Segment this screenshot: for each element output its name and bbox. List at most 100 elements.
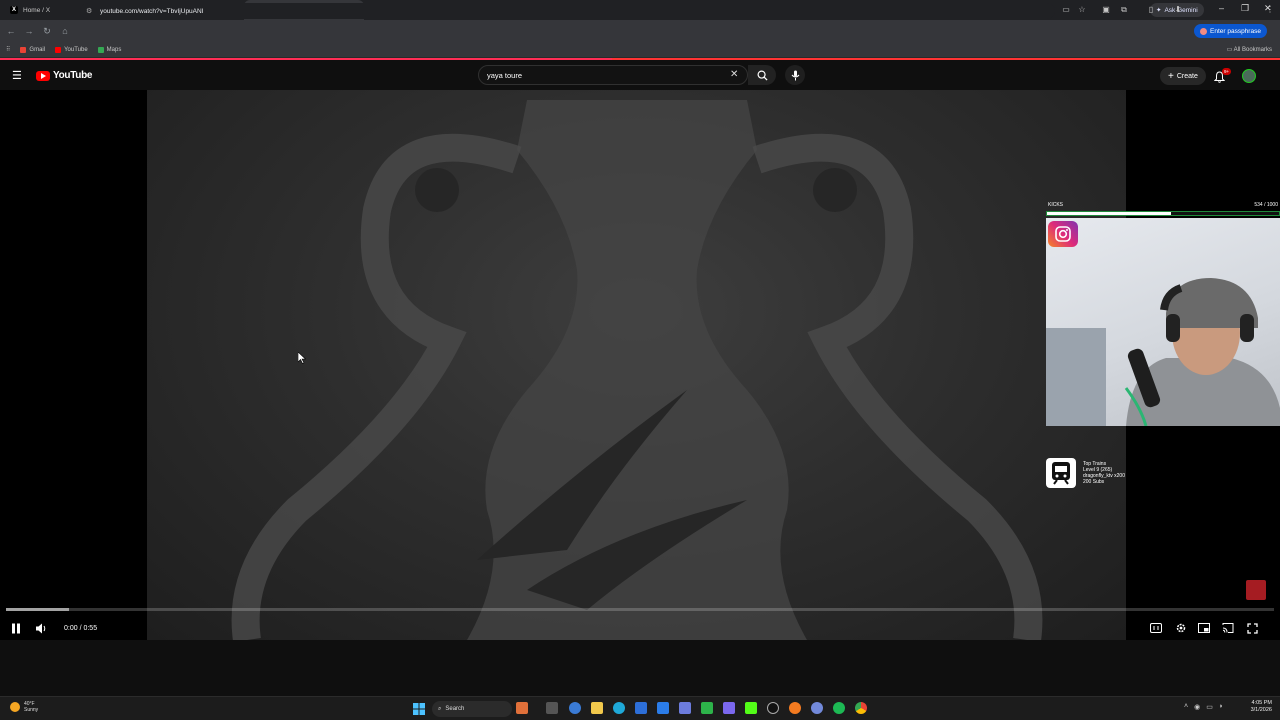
- store-icon[interactable]: [635, 702, 647, 714]
- volume-tray-icon[interactable]: ◗: [1219, 703, 1223, 711]
- streamer-figure: [1046, 278, 1280, 426]
- miniplayer-button[interactable]: [1197, 621, 1211, 635]
- pause-icon: [12, 623, 20, 633]
- menu-kebab-icon[interactable]: ⋮: [1264, 5, 1276, 17]
- mail-icon[interactable]: [657, 702, 669, 714]
- clear-search-icon[interactable]: ✕: [730, 69, 738, 80]
- teams-icon[interactable]: [723, 702, 735, 714]
- extension-icon[interactable]: ▣: [1100, 5, 1112, 17]
- captions-icon: [1150, 623, 1162, 633]
- xbox-icon[interactable]: [701, 702, 713, 714]
- voice-search-button[interactable]: [785, 65, 805, 85]
- back-icon[interactable]: ←: [2, 26, 20, 36]
- all-bookmarks-button[interactable]: ▭ All Bookmarks: [1227, 46, 1272, 53]
- youtube-play-icon: [36, 70, 50, 81]
- bookmark-item[interactable]: Gmail: [20, 46, 46, 53]
- bookmark-item[interactable]: Maps: [97, 46, 122, 53]
- video-player[interactable]: KICKS 534 / 1000 Top Trains Level 9 (265…: [0, 90, 1280, 640]
- create-button[interactable]: + Create: [1160, 67, 1206, 85]
- search-icon: [757, 70, 768, 81]
- search-input[interactable]: [487, 70, 717, 80]
- taskbar-clock[interactable]: 4:05 PM 3/1/2026: [1236, 700, 1272, 714]
- top-trains-widget: Top Trains Level 9 (265) dragonfly_ktv x…: [1046, 458, 1176, 490]
- widget-app-icon[interactable]: [516, 702, 528, 714]
- fa-cup-trophy-graphic: [231, 100, 1043, 640]
- install-app-icon[interactable]: ▭: [1060, 5, 1072, 17]
- puzzle-icon[interactable]: ⧉: [1118, 5, 1130, 17]
- chevron-up-icon[interactable]: ˄: [1184, 703, 1188, 711]
- home-icon[interactable]: ⌂: [56, 26, 74, 36]
- all-bookmarks-label: All Bookmarks: [1233, 47, 1272, 53]
- copilot-icon[interactable]: [569, 702, 581, 714]
- bookmark-star-icon[interactable]: ☆: [1076, 5, 1088, 17]
- apps-grid-icon[interactable]: ⠿: [6, 46, 10, 53]
- miniplayer-icon: [1198, 623, 1210, 633]
- discord-icon[interactable]: [811, 702, 823, 714]
- download-icon[interactable]: ⬇: [1172, 5, 1184, 17]
- cast-button[interactable]: [1221, 621, 1235, 635]
- firefox-icon[interactable]: [789, 702, 801, 714]
- progress-bar[interactable]: [6, 608, 1274, 611]
- microphone-icon: [791, 70, 799, 80]
- plus-icon: +: [1168, 70, 1174, 82]
- account-avatar[interactable]: [1242, 69, 1256, 83]
- clock-date: 3/1/2026: [1250, 707, 1272, 713]
- forward-icon[interactable]: →: [20, 26, 38, 36]
- side-panel-icon[interactable]: ▯: [1145, 5, 1157, 17]
- bookmark-item[interactable]: YouTube: [55, 46, 88, 53]
- youtube-wordmark: YouTube: [53, 70, 93, 81]
- folder-icon: ▭: [1226, 47, 1234, 53]
- page-load-bar: [0, 58, 612, 60]
- player-controls: 0:00 / 0:55: [0, 617, 1280, 639]
- chrome-icon[interactable]: [855, 702, 867, 714]
- kick-app-icon[interactable]: [745, 702, 757, 714]
- windows-start-icon[interactable]: [413, 702, 425, 720]
- notification-badge: 9+: [1222, 68, 1232, 75]
- reload-icon[interactable]: ↻: [38, 26, 56, 37]
- settings-button[interactable]: [1174, 621, 1188, 635]
- mouse-cursor-icon: [297, 351, 307, 369]
- below-player-area: [0, 640, 1280, 696]
- youtube-logo[interactable]: YouTube: [36, 70, 93, 81]
- taskbar-search[interactable]: ⌕ Search: [432, 701, 512, 717]
- bookmark-label: YouTube: [64, 46, 88, 53]
- enter-passphrase-button[interactable]: Enter passphrase: [1194, 24, 1267, 38]
- bookmark-favicon-icon: [20, 46, 27, 53]
- url-bar[interactable]: ⚙ youtube.com/watch?v=TbvIjUpuANI: [80, 3, 1055, 19]
- windows-taskbar: 40°F Sunny ⌕ Search ˄ ◉ ▭ ◗ 4:05 PM 3/1/2…: [0, 696, 1280, 720]
- video-frame[interactable]: [147, 90, 1126, 640]
- youtube-header: ☰ YouTube ✕ + Create 9+: [0, 58, 1280, 90]
- photos-icon[interactable]: [679, 702, 691, 714]
- overlay-badge-icon: [1246, 580, 1266, 600]
- bookmark-label: Maps: [106, 46, 122, 53]
- captions-button[interactable]: [1149, 621, 1163, 635]
- weather-condition: Sunny: [24, 707, 39, 713]
- progress-played: [6, 608, 70, 611]
- spotify-icon[interactable]: [833, 702, 845, 714]
- sun-icon: [10, 702, 20, 712]
- minimize-icon[interactable]: –: [1219, 3, 1224, 13]
- webcam-feed: [1046, 218, 1280, 426]
- fullscreen-button[interactable]: [1245, 621, 1259, 635]
- weather-widget[interactable]: 40°F Sunny: [10, 701, 38, 713]
- file-explorer-icon[interactable]: [591, 702, 603, 714]
- edge-icon[interactable]: [613, 702, 625, 714]
- bookmark-label: Gmail: [29, 46, 46, 53]
- create-label: Create: [1176, 72, 1198, 80]
- site-info-icon[interactable]: ⚙: [86, 7, 94, 15]
- mic-tray-icon[interactable]: ◉: [1194, 703, 1200, 711]
- mute-button[interactable]: [34, 621, 48, 635]
- maximize-icon[interactable]: ❐: [1241, 3, 1249, 14]
- guide-menu-icon[interactable]: ☰: [12, 69, 22, 82]
- search-box[interactable]: [478, 65, 748, 85]
- pause-button[interactable]: [9, 621, 23, 635]
- search-button[interactable]: [748, 65, 776, 85]
- task-view-icon[interactable]: [546, 702, 558, 714]
- url-text: youtube.com/watch?v=TbvIjUpuANI: [100, 7, 204, 15]
- kicks-progress-bar: [1046, 211, 1280, 216]
- system-tray: ˄ ◉ ▭ ◗: [1184, 703, 1223, 711]
- network-icon[interactable]: ▭: [1206, 703, 1213, 711]
- trains-subs: 200 Subs: [1083, 479, 1105, 485]
- obs-icon[interactable]: [767, 702, 779, 714]
- cast-icon: [1222, 623, 1234, 633]
